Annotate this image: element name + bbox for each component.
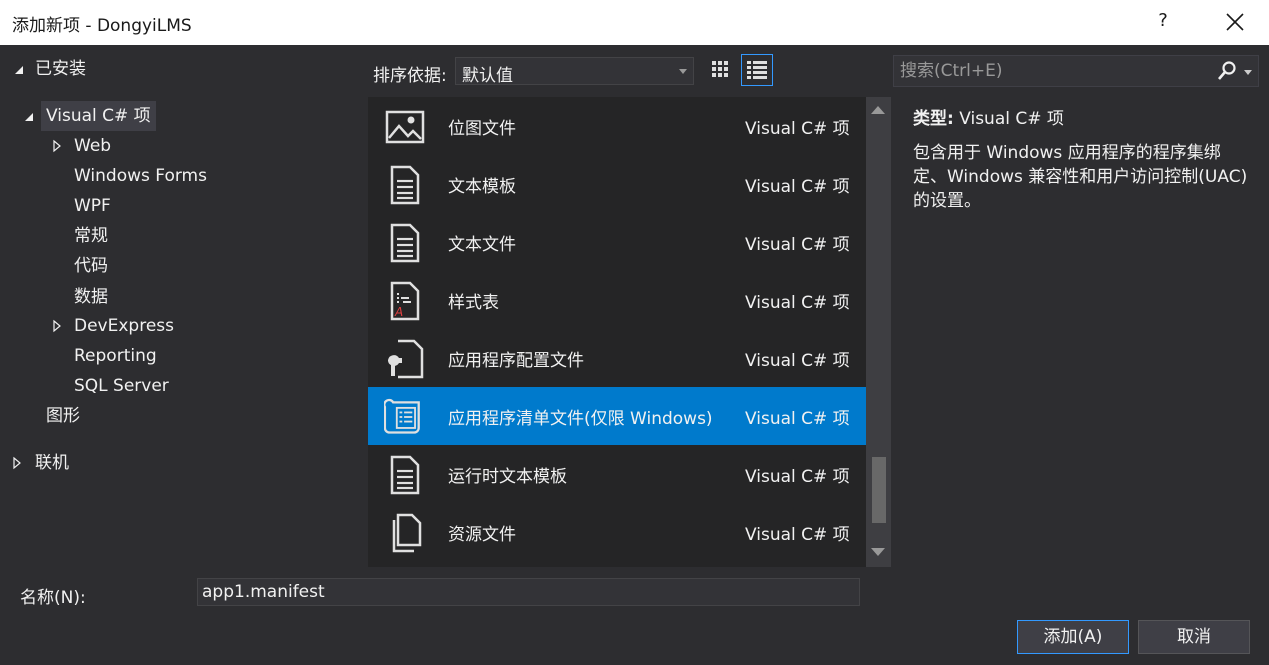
- item-template-list: 位图文件 Visual C# 项 文本模板 Visual C# 项 文本文件 V…: [368, 97, 866, 567]
- item-category: Visual C# 项: [745, 235, 850, 255]
- tree-item-general[interactable]: 常规: [0, 221, 362, 251]
- tree-item-label: DevExpress: [74, 316, 174, 336]
- search-options-chevron-icon[interactable]: [1244, 70, 1252, 75]
- svg-text:A: A: [394, 305, 403, 319]
- expand-icon: [53, 319, 61, 333]
- expand-icon: [13, 456, 21, 470]
- item-description: 包含用于 Windows 应用程序的程序集绑定、Windows 兼容性和用户访问…: [913, 143, 1248, 211]
- search-box: [893, 55, 1259, 87]
- list-view-icon: [747, 61, 767, 79]
- list-scrollbar[interactable]: [866, 97, 891, 567]
- sort-value: 默认值: [462, 66, 513, 86]
- title-bar: 添加新项 - DongyiLMS ?: [0, 0, 1269, 45]
- runtime-template-icon: [390, 455, 420, 495]
- item-name: 运行时文本模板: [448, 467, 567, 487]
- type-row: 类型: Visual C# 项: [913, 104, 1248, 129]
- search-icon: [1218, 61, 1236, 80]
- tree-item-windows-forms[interactable]: Windows Forms: [0, 161, 362, 191]
- tree-item-visual-cs[interactable]: Visual C# 项: [0, 101, 362, 131]
- tree-item-web[interactable]: Web: [0, 131, 362, 161]
- window-title: 添加新项 - DongyiLMS: [12, 16, 192, 36]
- name-input[interactable]: [197, 578, 860, 606]
- config-file-icon: [388, 339, 424, 379]
- stylesheet-icon: A: [390, 281, 420, 321]
- tree-item-code[interactable]: 代码: [0, 251, 362, 281]
- sort-dropdown[interactable]: 默认值: [455, 57, 694, 86]
- item-details-panel: 类型: Visual C# 项 包含用于 Windows 应用程序的程序集绑定、…: [913, 104, 1248, 213]
- item-name: 文本模板: [448, 177, 516, 197]
- item-name: 样式表: [448, 293, 499, 313]
- resource-file-icon: [392, 513, 422, 553]
- collapse-icon: [15, 66, 23, 74]
- close-icon: [1226, 13, 1244, 31]
- tree-item-reporting[interactable]: Reporting: [0, 341, 362, 371]
- list-item[interactable]: 文本模板 Visual C# 项: [368, 155, 866, 213]
- tree-item-sql-server[interactable]: SQL Server: [0, 371, 362, 401]
- tree-item-wpf[interactable]: WPF: [0, 191, 362, 221]
- list-item[interactable]: 资源文件 Visual C# 项: [368, 503, 866, 561]
- item-category: Visual C# 项: [745, 177, 850, 197]
- tree-item-label: 代码: [74, 256, 108, 276]
- tree-item-label: 联机: [35, 453, 69, 473]
- sort-label: 排序依据:: [373, 66, 447, 86]
- list-view-button[interactable]: [741, 54, 773, 86]
- scroll-down-icon[interactable]: [871, 548, 885, 556]
- name-label: 名称(N):: [20, 588, 86, 608]
- item-name: 应用程序配置文件: [448, 351, 584, 371]
- chevron-down-icon: [679, 69, 687, 74]
- help-button[interactable]: ?: [1150, 10, 1176, 31]
- tree-item-label: WPF: [74, 196, 111, 216]
- item-category: Visual C# 项: [745, 351, 850, 371]
- tree-item-devexpress[interactable]: DevExpress: [0, 311, 362, 341]
- list-item[interactable]: 文本文件 Visual C# 项: [368, 213, 866, 271]
- list-item-selected[interactable]: 应用程序清单文件(仅限 Windows) Visual C# 项: [368, 387, 866, 445]
- tree-item-label: Web: [74, 136, 112, 156]
- close-button[interactable]: [1222, 8, 1248, 36]
- type-value: Visual C# 项: [959, 109, 1064, 129]
- list-item[interactable]: 位图文件 Visual C# 项: [368, 97, 866, 155]
- item-name: 应用程序清单文件(仅限 Windows): [448, 409, 713, 429]
- item-category: Visual C# 项: [745, 525, 850, 545]
- tree-item-label: 数据: [74, 287, 108, 307]
- tree-item-label: Windows Forms: [74, 166, 207, 186]
- tree-item-label: Visual C# 项: [41, 101, 156, 131]
- item-name: 位图文件: [448, 119, 516, 139]
- tree-item-data[interactable]: 数据: [0, 282, 362, 312]
- tree-item-label: 常规: [74, 226, 108, 246]
- list-item[interactable]: 运行时文本模板 Visual C# 项: [368, 445, 866, 503]
- bitmap-icon: [385, 110, 425, 144]
- tree-item-label: 图形: [46, 406, 80, 426]
- text-template-icon: [390, 165, 420, 205]
- tree-item-graphics[interactable]: 图形: [0, 401, 362, 431]
- category-tree: 已安装 Visual C# 项 Web Windows Forms WPF 常规…: [0, 45, 362, 565]
- add-button[interactable]: 添加(A): [1017, 620, 1129, 654]
- item-name: 文本文件: [448, 235, 516, 255]
- search-button[interactable]: [1216, 60, 1238, 82]
- item-category: Visual C# 项: [745, 293, 850, 313]
- text-file-icon: [390, 223, 420, 263]
- tree-item-label: SQL Server: [74, 376, 169, 396]
- list-item[interactable]: 应用程序配置文件 Visual C# 项: [368, 329, 866, 387]
- collapse-icon: [25, 113, 33, 121]
- item-category: Visual C# 项: [745, 119, 850, 139]
- tree-item-label: 已安装: [35, 59, 86, 79]
- type-key: 类型:: [913, 109, 954, 129]
- expand-icon: [53, 139, 61, 153]
- tree-item-label: Reporting: [74, 346, 157, 366]
- small-icons-view-button[interactable]: [704, 54, 736, 86]
- scroll-up-icon[interactable]: [871, 106, 885, 114]
- item-category: Visual C# 项: [745, 409, 850, 429]
- grid-view-icon: [712, 61, 728, 77]
- search-input[interactable]: [900, 60, 1210, 82]
- manifest-icon: [384, 398, 420, 434]
- tree-item-installed[interactable]: 已安装: [0, 54, 362, 84]
- cancel-button[interactable]: 取消: [1138, 620, 1250, 654]
- item-name: 资源文件: [448, 525, 516, 545]
- list-item[interactable]: A 样式表 Visual C# 项: [368, 271, 866, 329]
- item-category: Visual C# 项: [745, 467, 850, 487]
- tree-item-online[interactable]: 联机: [0, 448, 362, 478]
- scroll-thumb[interactable]: [872, 457, 886, 523]
